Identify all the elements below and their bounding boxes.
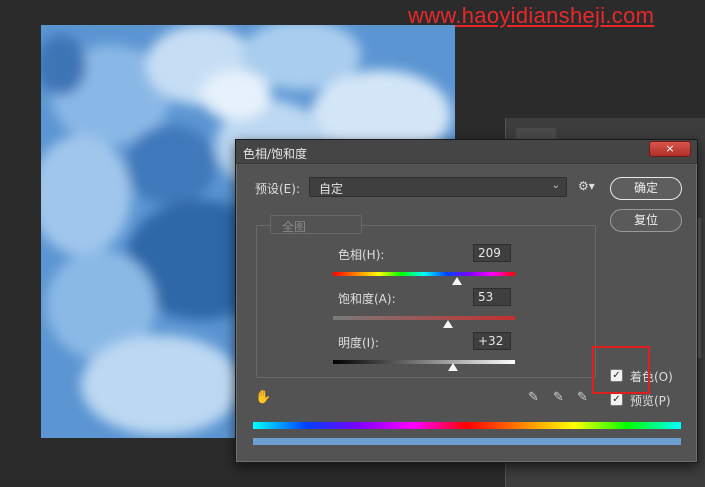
lightness-label: 明度(I):	[338, 336, 379, 350]
chevron-down-icon: ⌄	[551, 180, 560, 191]
settings-gear-icon[interactable]: ⚙▾	[578, 179, 595, 193]
hue-value-input[interactable]: 209	[473, 244, 511, 262]
saturation-slider-track[interactable]	[333, 316, 515, 320]
hue-label: 色相(H):	[338, 248, 385, 262]
dialog-title: 色相/饱和度	[243, 147, 308, 161]
output-color-bar	[253, 438, 681, 445]
saturation-slider-thumb[interactable]	[442, 320, 453, 328]
eyedropper-icon[interactable]: ✎	[528, 390, 539, 405]
input-spectrum-bar	[253, 422, 681, 429]
channel-select[interactable]: 全图	[270, 215, 362, 234]
highlight-annotation-box	[592, 346, 650, 394]
eyedropper-plus-icon[interactable]: ✎	[553, 390, 564, 405]
close-button[interactable]: ×	[649, 141, 691, 157]
saturation-value-input[interactable]: 53	[473, 288, 511, 306]
lightness-slider-track[interactable]	[333, 360, 515, 364]
dialog-titlebar[interactable]: 色相/饱和度 ×	[236, 140, 697, 164]
ok-button[interactable]: 确定	[610, 177, 682, 200]
preview-label: 预览(P)	[630, 394, 671, 408]
hue-slider-track[interactable]	[333, 272, 515, 276]
preset-value: 自定	[319, 182, 344, 196]
preset-label: 预设(E):	[255, 182, 300, 196]
lightness-slider-thumb[interactable]	[448, 363, 459, 371]
channel-value: 全图	[282, 220, 307, 234]
lightness-value-input[interactable]: +32	[473, 332, 511, 350]
saturation-label: 饱和度(A):	[338, 292, 396, 306]
preview-checkbox[interactable]: ✓	[610, 393, 623, 406]
hue-saturation-dialog: 色相/饱和度 × 预设(E): 自定 ⌄ ⚙▾ 确定 复位 全图 色相(H): …	[235, 139, 698, 463]
eyedropper-minus-icon[interactable]: ✎	[577, 390, 588, 405]
adjustment-group	[256, 225, 596, 378]
preset-dropdown[interactable]: 自定 ⌄	[309, 177, 567, 197]
reset-button[interactable]: 复位	[610, 209, 682, 232]
hand-target-icon[interactable]: ✋	[255, 390, 271, 405]
hue-slider-thumb[interactable]	[451, 277, 462, 285]
